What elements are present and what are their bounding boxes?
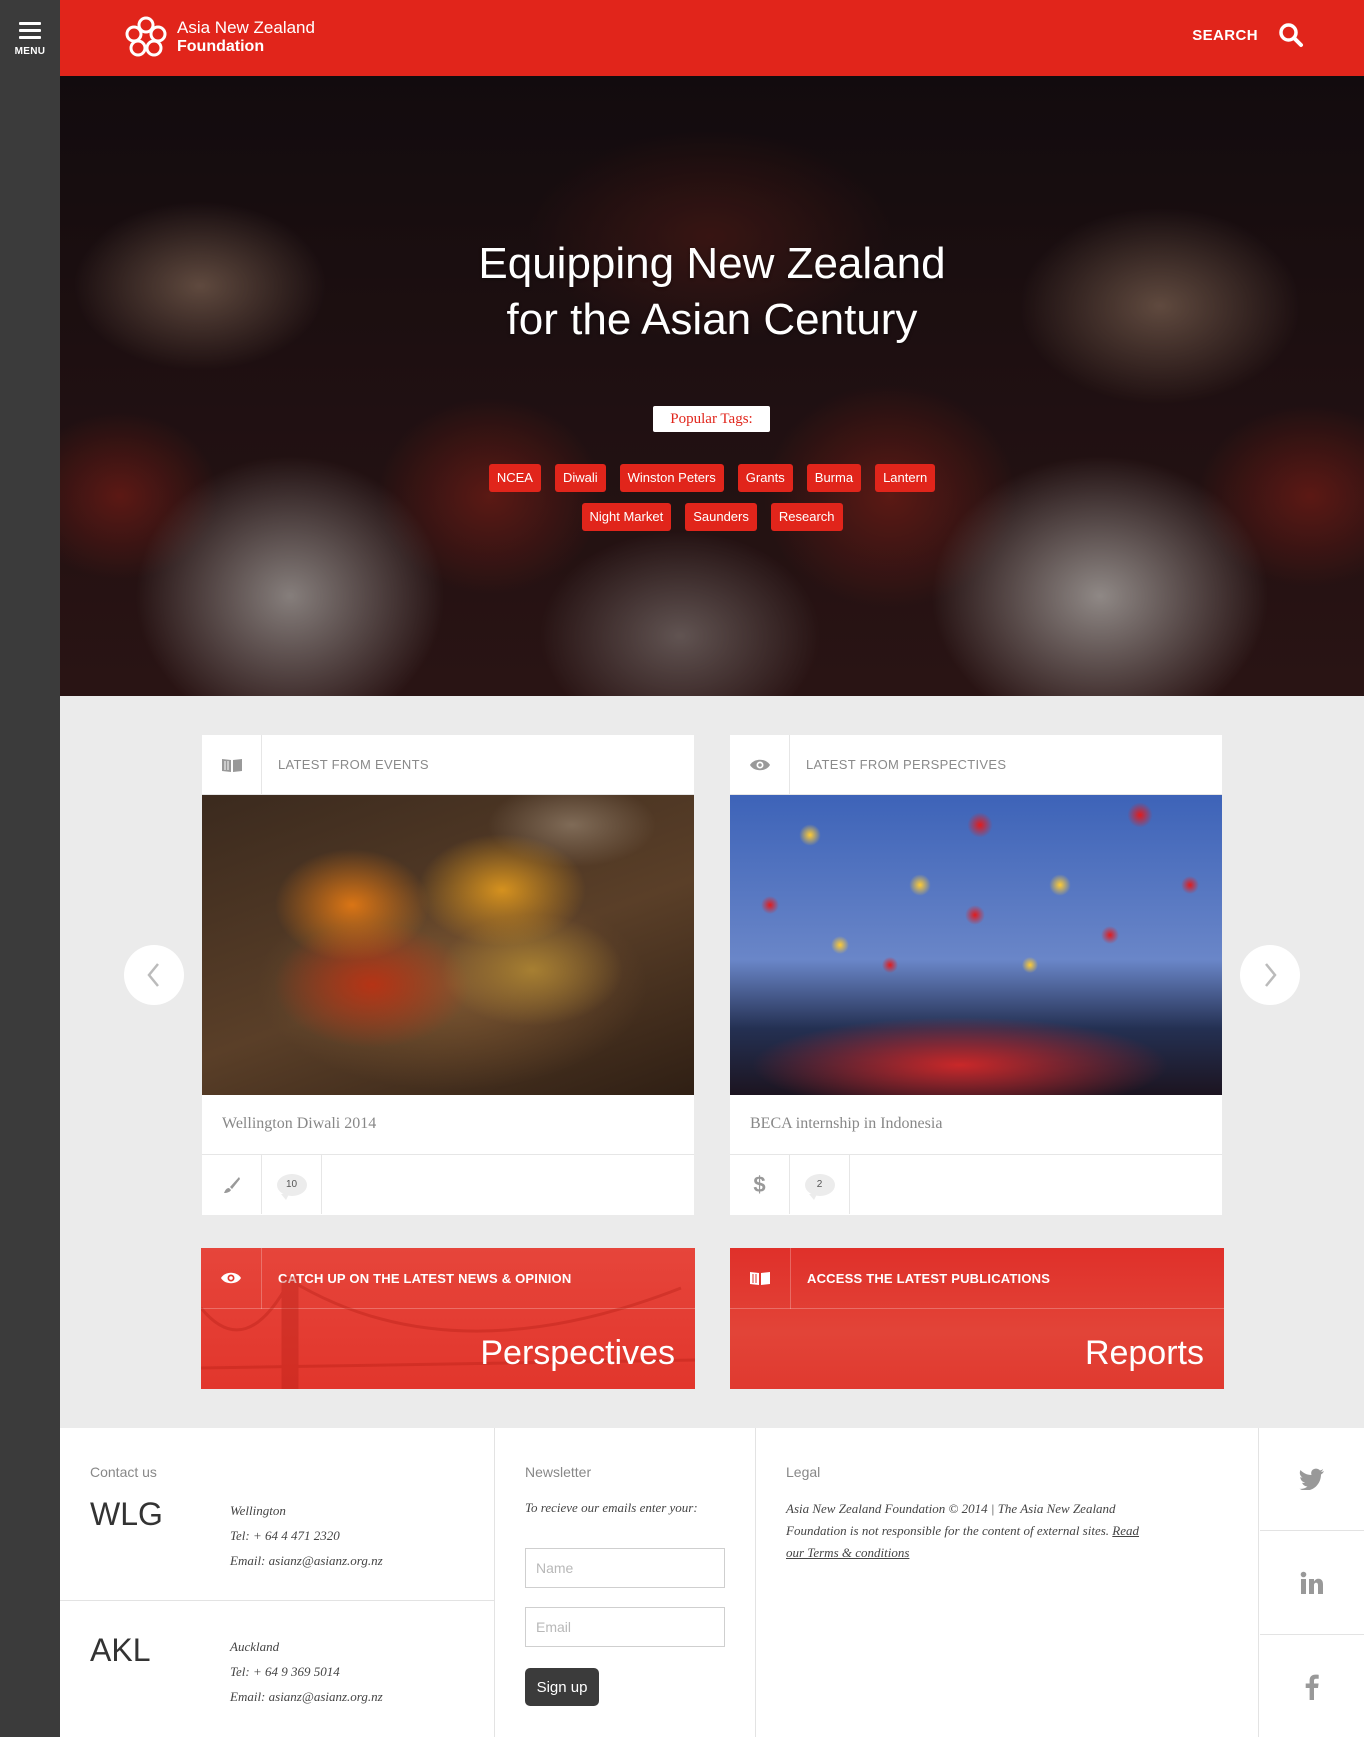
popular-tags-label: Popular Tags: [653, 406, 770, 432]
site-footer: Contact us WLG Wellington Tel: + 64 4 47… [60, 1428, 1364, 1737]
dollar-icon: $ [730, 1155, 790, 1214]
side-rail: MENU [0, 0, 60, 1737]
perspectives-promo[interactable]: CATCH UP ON THE LATEST NEWS & OPINION Pe… [201, 1248, 695, 1389]
office-tel: Tel: + 64 9 369 5014 [230, 1664, 340, 1679]
hero-photo-dancers [60, 76, 1364, 696]
tag-pill[interactable]: Diwali [554, 464, 606, 492]
twitter-icon [1299, 1468, 1324, 1490]
newsletter-text: To recieve our emails enter your: [525, 1500, 698, 1515]
hero-title: Equipping New Zealand for the Asian Cent… [60, 236, 1364, 348]
tag-pill[interactable]: Lantern [875, 464, 936, 492]
newsletter-heading: Newsletter [525, 1464, 592, 1480]
site-header: Asia New Zealand Foundation SEARCH [60, 0, 1364, 76]
logo-line2: Foundation [177, 38, 265, 55]
tag-pill[interactable]: Winston Peters [619, 464, 724, 492]
comment-bubble-icon: 10 [276, 1173, 307, 1200]
legal-column: Legal Asia New Zealand Foundation © 2014… [757, 1428, 1259, 1737]
hamburger-icon [19, 22, 41, 39]
promo-title: Perspectives [480, 1334, 675, 1372]
legal-text: Asia New Zealand Foundation © 2014 | The… [786, 1498, 1146, 1564]
signup-button[interactable]: Sign up [525, 1668, 599, 1706]
chevron-left-icon [147, 963, 159, 987]
newsletter-name-input[interactable] [525, 1548, 725, 1588]
promo-title: Reports [1084, 1334, 1204, 1372]
office-address: Auckland Tel: + 64 9 369 5014 Email: asi… [230, 1634, 383, 1709]
contact-heading: Contact us [90, 1464, 157, 1480]
book-icon [202, 734, 262, 795]
card-image-spices[interactable] [202, 795, 694, 1095]
linkedin-link[interactable] [1260, 1532, 1364, 1635]
legal-copy: Asia New Zealand Foundation © 2014 | The… [786, 1501, 1116, 1538]
office-email: Email: asianz@asianz.org.nz [230, 1689, 383, 1704]
card-title-link[interactable]: BECA internship in Indonesia [730, 1095, 1222, 1155]
card-header-label: LATEST FROM EVENTS [278, 757, 429, 772]
perspectives-card: LATEST FROM PERSPECTIVES BECA internship… [730, 734, 1222, 1215]
office-address: Wellington Tel: + 64 4 471 2320 Email: a… [230, 1498, 383, 1573]
contact-column: Contact us WLG Wellington Tel: + 64 4 47… [60, 1428, 495, 1737]
tag-row-1: NCEA Diwali Winston Peters Grants Burma Lante… [60, 464, 1364, 492]
logo-knot-icon [125, 16, 167, 57]
book-icon [730, 1248, 791, 1309]
social-column [1260, 1428, 1364, 1737]
divider [60, 1600, 495, 1601]
comment-count[interactable]: 2 [790, 1155, 850, 1214]
newsletter-column: Newsletter To recieve our emails enter y… [496, 1428, 756, 1737]
chevron-right-icon [1265, 963, 1277, 987]
office-city: Wellington [230, 1503, 286, 1518]
hero-banner: Equipping New Zealand for the Asian Cent… [60, 76, 1364, 696]
card-title-link[interactable]: Wellington Diwali 2014 [202, 1095, 694, 1155]
search-icon [1279, 23, 1303, 47]
events-card: LATEST FROM EVENTS Wellington Diwali 201… [202, 734, 694, 1215]
office-code: WLG [90, 1496, 163, 1532]
brush-icon [202, 1155, 262, 1214]
reports-promo[interactable]: ACCESS THE LATEST PUBLICATIONS Reports [730, 1248, 1224, 1389]
tag-row-2: Night Market Saunders Research [60, 503, 1364, 531]
newsletter-email-input[interactable] [525, 1607, 725, 1647]
office-email: Email: asianz@asianz.org.nz [230, 1553, 383, 1568]
card-header-label: LATEST FROM PERSPECTIVES [806, 757, 1007, 772]
twitter-link[interactable] [1260, 1428, 1364, 1531]
comment-count[interactable]: 10 [262, 1155, 322, 1214]
hero-title-line2: for the Asian Century [506, 295, 918, 344]
tag-pill[interactable]: NCEA [488, 464, 541, 492]
carousel-next-button[interactable] [1240, 945, 1300, 1005]
comment-bubble-icon: 2 [804, 1173, 835, 1200]
logo-line1: Asia New Zealand [177, 18, 315, 37]
office-city: Auckland [230, 1639, 280, 1654]
carousel-prev-button[interactable] [124, 945, 184, 1005]
card-image-lanterns[interactable] [730, 795, 1222, 1095]
tag-pill[interactable]: Night Market [581, 503, 672, 531]
legal-heading: Legal [786, 1464, 821, 1480]
promo-header-label: ACCESS THE LATEST PUBLICATIONS [807, 1270, 1051, 1286]
tag-pill[interactable]: Grants [737, 464, 793, 492]
site-logo[interactable]: Asia New Zealand Foundation [123, 14, 315, 60]
hero-title-line1: Equipping New Zealand [478, 239, 946, 288]
tag-pill[interactable]: Research [770, 503, 843, 531]
facebook-link[interactable] [1260, 1636, 1364, 1737]
office-code: AKL [90, 1632, 151, 1668]
search-label: SEARCH [1192, 26, 1258, 44]
tag-pill[interactable]: Burma [806, 464, 862, 492]
menu-label: MENU [14, 46, 46, 57]
tag-pill[interactable]: Saunders [685, 503, 757, 531]
eye-icon [730, 734, 790, 795]
menu-button[interactable]: MENU [0, 0, 60, 76]
linkedin-icon [1300, 1571, 1323, 1594]
search-button[interactable]: SEARCH [1192, 22, 1304, 48]
tag-cloud: NCEA Diwali Winston Peters Grants Burma Lante… [60, 464, 1364, 542]
office-tel: Tel: + 64 4 471 2320 [230, 1528, 340, 1543]
facebook-icon [1305, 1674, 1319, 1700]
